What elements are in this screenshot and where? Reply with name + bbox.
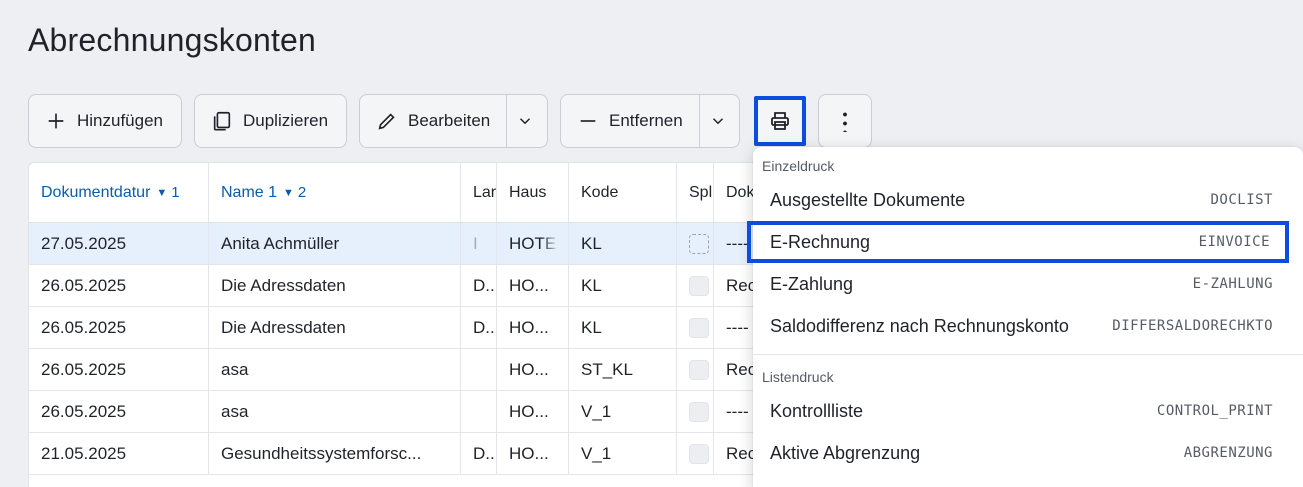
cell-date: 26.05.2025 — [29, 349, 209, 390]
cell-land — [461, 391, 497, 432]
cell-name: Die Adressdaten — [209, 307, 461, 348]
cell-name: asa — [209, 391, 461, 432]
cell-spl — [677, 265, 714, 306]
plus-icon — [45, 110, 67, 132]
cell-haus: HO... — [497, 349, 569, 390]
cell-name: Die Adressdaten — [209, 265, 461, 306]
cell-kode: ST_KL — [569, 349, 677, 390]
menu-item-differsaldo[interactable]: Saldodifferenz nach Rechnungskonto DIFFE… — [753, 305, 1303, 347]
sort-desc-icon: ▼ — [283, 186, 294, 199]
cell-name: Anita Achmüller — [209, 223, 461, 264]
add-button-label: Hinzufügen — [77, 111, 164, 130]
row-checkbox[interactable] — [689, 317, 709, 338]
remove-button[interactable]: Entfernen — [561, 95, 700, 147]
cell-kode: KL — [569, 265, 677, 306]
column-header-haus[interactable]: Haus — [497, 163, 569, 222]
printer-icon — [771, 112, 789, 130]
table-row[interactable]: 26.05.2025 Die Adressdaten D.. HO... KL Rec — [29, 265, 767, 307]
cell-date: 26.05.2025 — [29, 391, 209, 432]
cell-haus: HO... — [497, 265, 569, 306]
table-row[interactable]: 27.05.2025 Anita Achmüller I HOTE KL ---- — [29, 223, 767, 265]
pencil-icon — [376, 110, 398, 132]
cell-date: 27.05.2025 — [29, 223, 209, 264]
cell-kode: V_1 — [569, 433, 677, 474]
duplicate-button[interactable]: Duplizieren — [194, 94, 347, 148]
edit-dropdown-button[interactable] — [507, 95, 543, 147]
cell-spl — [677, 349, 714, 390]
cell-land: D.. — [461, 265, 497, 306]
add-button[interactable]: Hinzufügen — [28, 94, 182, 148]
cell-spl — [677, 223, 714, 264]
more-vertical-icon — [843, 110, 847, 132]
menu-divider — [753, 354, 1303, 355]
print-menu: Einzeldruck Ausgestellte Dokumente DOCLI… — [747, 147, 1303, 487]
row-checkbox[interactable] — [689, 401, 709, 422]
table-row[interactable]: 26.05.2025 asa HO... ST_KL Rec — [29, 349, 767, 391]
menu-item-e-zahlung[interactable]: E-Zahlung E-ZAHLUNG — [753, 263, 1303, 305]
print-button[interactable] — [754, 96, 806, 146]
minus-icon — [577, 110, 599, 132]
cell-kode: KL — [569, 223, 677, 264]
menu-item-abgrenzung[interactable]: Aktive Abgrenzung ABGRENZUNG — [753, 432, 1303, 474]
menu-item-control-print[interactable]: Kontrollliste CONTROL_PRINT — [753, 390, 1303, 432]
row-checkbox[interactable] — [689, 275, 709, 296]
table-row[interactable]: 26.05.2025 asa HO... V_1 ---- — [29, 391, 767, 433]
duplicate-button-label: Duplizieren — [243, 111, 329, 130]
cell-spl — [677, 391, 714, 432]
accounts-table: Dokumentdatur ▼ 1 Name 1 ▼ 2 Lar Haus Ko… — [28, 162, 768, 487]
row-checkbox[interactable] — [689, 359, 709, 380]
chevron-down-icon — [712, 118, 723, 125]
cell-land: D.. — [461, 433, 497, 474]
cell-name: asa — [209, 349, 461, 390]
column-header-date[interactable]: Dokumentdatur ▼ 1 — [29, 163, 209, 222]
page-title: Abrechnungskonten — [28, 22, 317, 58]
column-header-kode[interactable]: Kode — [569, 163, 677, 222]
cell-haus: HOTE — [497, 223, 569, 264]
table-row[interactable]: 26.05.2025 Die Adressdaten D.. HO... KL ---- — [29, 307, 767, 349]
row-checkbox[interactable] — [689, 443, 709, 464]
cell-date: 26.05.2025 — [29, 265, 209, 306]
cell-land: I — [461, 223, 497, 264]
sort-desc-icon: ▼ — [156, 186, 168, 199]
table-header: Dokumentdatur ▼ 1 Name 1 ▼ 2 Lar Haus Ko… — [29, 163, 767, 223]
menu-section-einzeldruck: Einzeldruck — [762, 158, 835, 174]
cell-spl — [677, 307, 714, 348]
cell-land: D.. — [461, 307, 497, 348]
more-options-button[interactable] — [818, 94, 872, 148]
cell-name: Gesundheitssystemforsc... — [209, 433, 461, 474]
menu-item-doclist[interactable]: Ausgestellte Dokumente DOCLIST — [753, 179, 1303, 221]
cell-kode: V_1 — [569, 391, 677, 432]
cell-haus: HO... — [497, 391, 569, 432]
cell-haus: HO... — [497, 433, 569, 474]
cell-date: 21.05.2025 — [29, 433, 209, 474]
edit-button[interactable]: Bearbeiten — [360, 95, 508, 147]
menu-item-einvoice[interactable]: E-Rechnung EINVOICE — [747, 221, 1289, 263]
remove-split-button: Entfernen — [560, 94, 740, 148]
table-row[interactable]: 21.05.2025 Gesundheitssystemforsc... D.. HO… — [29, 433, 767, 475]
menu-section-listendruck: Listendruck — [762, 369, 834, 385]
cell-spl — [677, 433, 714, 474]
row-checkbox[interactable] — [689, 233, 709, 254]
remove-button-label: Entfernen — [609, 111, 683, 130]
column-header-land[interactable]: Lar — [461, 163, 497, 222]
column-header-spl[interactable]: Spl — [677, 163, 714, 222]
cell-kode: KL — [569, 307, 677, 348]
cell-land — [461, 349, 497, 390]
edit-button-label: Bearbeiten — [408, 111, 491, 130]
chevron-down-icon — [520, 118, 531, 125]
cell-date: 26.05.2025 — [29, 307, 209, 348]
copy-icon — [211, 110, 233, 132]
remove-dropdown-button[interactable] — [700, 95, 736, 147]
edit-split-button: Bearbeiten — [359, 94, 548, 148]
column-header-name[interactable]: Name 1 ▼ 2 — [209, 163, 461, 222]
cell-haus: HO... — [497, 307, 569, 348]
